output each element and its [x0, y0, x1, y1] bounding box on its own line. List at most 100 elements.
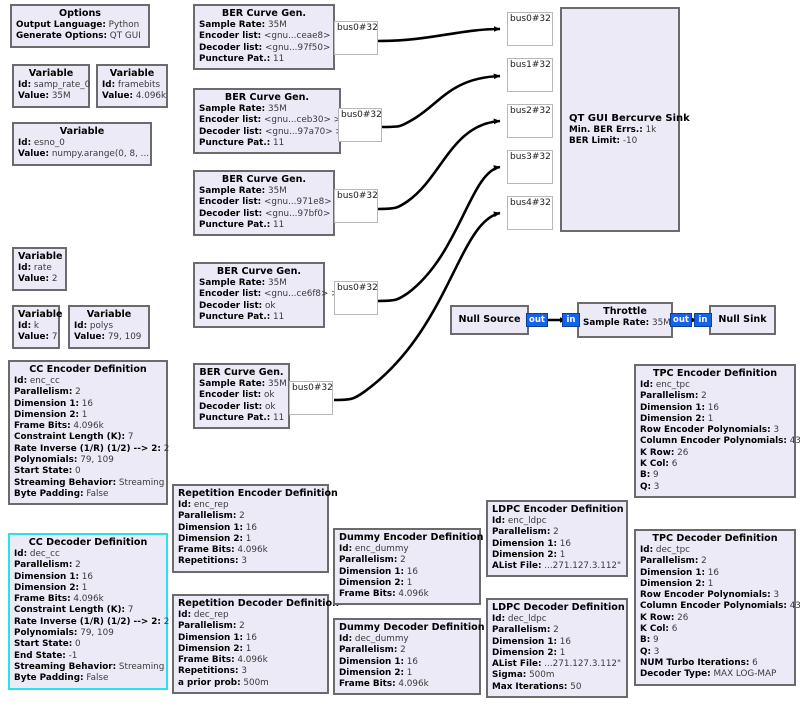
block-options[interactable]: Options Output Language: Python Generate…	[10, 4, 150, 48]
bus-port-out-ber4[interactable]: bus0#32	[334, 281, 378, 315]
param-row: Dimension 2: 1	[178, 643, 252, 654]
bus-port-out-ber3[interactable]: bus0#32	[334, 189, 378, 223]
block-ber-curve-gen-2[interactable]: BER Curve Gen. Sample Rate: 35M Encoder …	[193, 88, 343, 155]
param-row: Id: k	[18, 321, 39, 331]
block-repetition-decoder-definition[interactable]: Repetition Decoder Definition Id: dec_re…	[172, 594, 339, 695]
param-row: Puncture Pat.: 11	[199, 137, 285, 148]
param-row: Puncture Pat.: 11	[199, 412, 285, 423]
param-row: Decoder list: ok	[199, 300, 276, 311]
block-ldpc-encoder-definition[interactable]: LDPC Encoder Definition Id: enc_ldpc Par…	[486, 500, 628, 578]
param-row: Start State: 0	[14, 639, 81, 650]
block-dummy-decoder-definition[interactable]: Dummy Decoder Definition Id: dec_dummy P…	[333, 618, 485, 696]
block-ber-curve-gen-5[interactable]: BER Curve Gen. Sample Rate: 35M Encoder …	[193, 363, 290, 430]
bus-port-in-bus1[interactable]: bus1#32	[507, 58, 553, 92]
param-row: Value: numpy.arange(0, 8, ...	[18, 149, 150, 160]
block-ber-curve-gen-3[interactable]: BER Curve Gen. Sample Rate: 35M Encoder …	[193, 170, 342, 237]
block-qt-gui-bercurve-sink[interactable]: QT GUI Bercurve Sink Min. BER Errs.: 1k …	[560, 7, 690, 232]
param-row: Id: enc_tpc	[640, 380, 690, 390]
block-variable-polys[interactable]: Variable Id: polys Value: 79, 109	[68, 305, 150, 349]
block-title: TPC Decoder Definition	[652, 533, 778, 544]
block-title: Variable	[28, 68, 74, 79]
block-ber-curve-gen-4[interactable]: BER Curve Gen. Sample Rate: 35M Encoder …	[193, 262, 339, 329]
param-row: Sample Rate: 35M	[583, 318, 671, 328]
block-repetition-encoder-definition[interactable]: Repetition Encoder Definition Id: enc_re…	[172, 484, 338, 573]
param-row: B: 9	[640, 470, 659, 481]
param-row: Value: 79, 109	[74, 332, 142, 343]
block-throttle[interactable]: Throttle Sample Rate: 35M	[577, 302, 673, 338]
param-row: Sample Rate: 35M	[199, 20, 287, 30]
param-row: Dimension 1: 16	[339, 566, 418, 577]
param-row: Frame Bits: 4.096k	[339, 589, 429, 600]
block-ldpc-decoder-definition[interactable]: LDPC Decoder Definition Id: dec_ldpc Par…	[486, 598, 628, 699]
bus-port-out-ber2[interactable]: bus0#32	[338, 108, 382, 142]
param-row: K Col: 6	[640, 624, 678, 635]
param-row: K Col: 6	[640, 459, 678, 470]
param-row: Column Encoder Polynomials: 43	[640, 436, 800, 447]
param-row: Decoder list: <gnu...97f50> >	[199, 42, 341, 53]
param-row: Value: 2	[18, 274, 58, 285]
param-row: Decoder Type: MAX LOG-MAP	[640, 669, 777, 680]
block-dummy-encoder-definition[interactable]: Dummy Encoder Definition Id: enc_dummy P…	[333, 528, 484, 606]
block-null-sink[interactable]: Null Sink	[709, 305, 776, 335]
param-row: Sample Rate: 35M	[199, 104, 287, 114]
param-row: AList File: ...271.127.3.112"	[492, 659, 622, 670]
param-row: Dimension 2: 1	[492, 549, 566, 560]
param-row: K Row: 26	[640, 612, 689, 623]
block-title: LDPC Encoder Definition	[492, 504, 624, 515]
param-row: Id: framebits	[102, 80, 161, 90]
param-row: Repetitions: 3	[178, 556, 247, 567]
block-title: LDPC Decoder Definition	[492, 602, 625, 613]
param-row: Encoder list: <gnu...ce6f8> >	[199, 289, 339, 300]
param-row: Q: 3	[640, 646, 660, 657]
param-row: Dimension 2: 1	[492, 647, 566, 658]
param-row: AList File: ...271.127.3.112"	[492, 561, 622, 572]
block-ber-curve-gen-1[interactable]: BER Curve Gen. Sample Rate: 35M Encoder …	[193, 4, 341, 71]
param-row: Q: 3	[640, 481, 660, 492]
param-row: Max Iterations: 50	[492, 681, 582, 692]
param-row: Column Encoder Polynomials: 43	[640, 601, 800, 612]
flowgraph-canvas[interactable]: Options Output Language: Python Generate…	[0, 0, 800, 713]
param-row: Dimension 1: 16	[178, 522, 257, 533]
bus-port-out-ber5[interactable]: bus0#32	[289, 381, 333, 415]
block-cc-decoder-definition[interactable]: CC Decoder Definition Id: dec_cc Paralle…	[8, 533, 169, 690]
block-title: Variable	[59, 126, 105, 137]
param-row: Id: polys	[74, 321, 114, 331]
port-out-null-source[interactable]: out	[526, 313, 548, 327]
block-title: TPC Encoder Definition	[652, 368, 778, 379]
block-title: Variable	[18, 309, 63, 320]
param-row: Value: 7	[18, 332, 58, 343]
block-variable-rate[interactable]: Variable Id: rate Value: 2	[12, 247, 67, 291]
bus-port-in-bus4[interactable]: bus4#32	[507, 196, 553, 230]
block-variable-k[interactable]: Variable Id: k Value: 7	[12, 305, 63, 349]
param-row: Dimension 1: 16	[492, 636, 571, 647]
block-variable-esno-0[interactable]: Variable Id: esno_0 Value: numpy.arange(…	[12, 122, 152, 166]
port-in-throttle[interactable]: in	[562, 313, 580, 327]
param-row: K Row: 26	[640, 447, 689, 458]
port-out-throttle[interactable]: out	[670, 313, 692, 327]
param-row: Frame Bits: 4.096k	[178, 655, 268, 666]
param-row: Id: dec_cc	[14, 549, 60, 559]
bus-port-in-bus0[interactable]: bus0#32	[507, 12, 553, 46]
port-in-null-sink[interactable]: in	[694, 313, 712, 327]
bus-port-in-bus3[interactable]: bus3#32	[507, 150, 553, 184]
param-row: Decoder list: ok	[199, 401, 276, 412]
param-row: Parallelism: 2	[14, 560, 81, 571]
block-title: Variable	[109, 68, 155, 79]
block-variable-framebits[interactable]: Variable Id: framebits Value: 4.096k	[96, 64, 168, 108]
block-title: Dummy Encoder Definition	[339, 532, 484, 543]
block-null-source[interactable]: Null Source	[450, 305, 529, 335]
param-row: Parallelism: 2	[492, 527, 559, 538]
block-variable-samp-rate-0[interactable]: Variable Id: samp_rate_0 Value: 35M	[12, 64, 90, 108]
param-row: Encoder list: ok	[199, 390, 275, 401]
param-row: Generate Options: QT GUI	[16, 31, 141, 42]
bus-port-out-ber1[interactable]: bus0#32	[334, 21, 378, 55]
param-row: Streaming Behavior: Streaming	[14, 477, 165, 488]
param-row: Encoder list: <gnu...ceae8> >	[199, 31, 341, 42]
block-tpc-decoder-definition[interactable]: TPC Decoder Definition Id: dec_tpc Paral…	[634, 529, 800, 686]
block-cc-encoder-definition[interactable]: CC Encoder Definition Id: enc_cc Paralle…	[8, 360, 169, 506]
block-tpc-encoder-definition[interactable]: TPC Encoder Definition Id: enc_tpc Paral…	[634, 364, 800, 498]
bus-port-in-bus2[interactable]: bus2#32	[507, 104, 553, 138]
param-row: Frame Bits: 4.096k	[339, 679, 429, 690]
param-row: Id: dec_rep	[178, 610, 229, 620]
block-title: Options	[58, 8, 102, 19]
